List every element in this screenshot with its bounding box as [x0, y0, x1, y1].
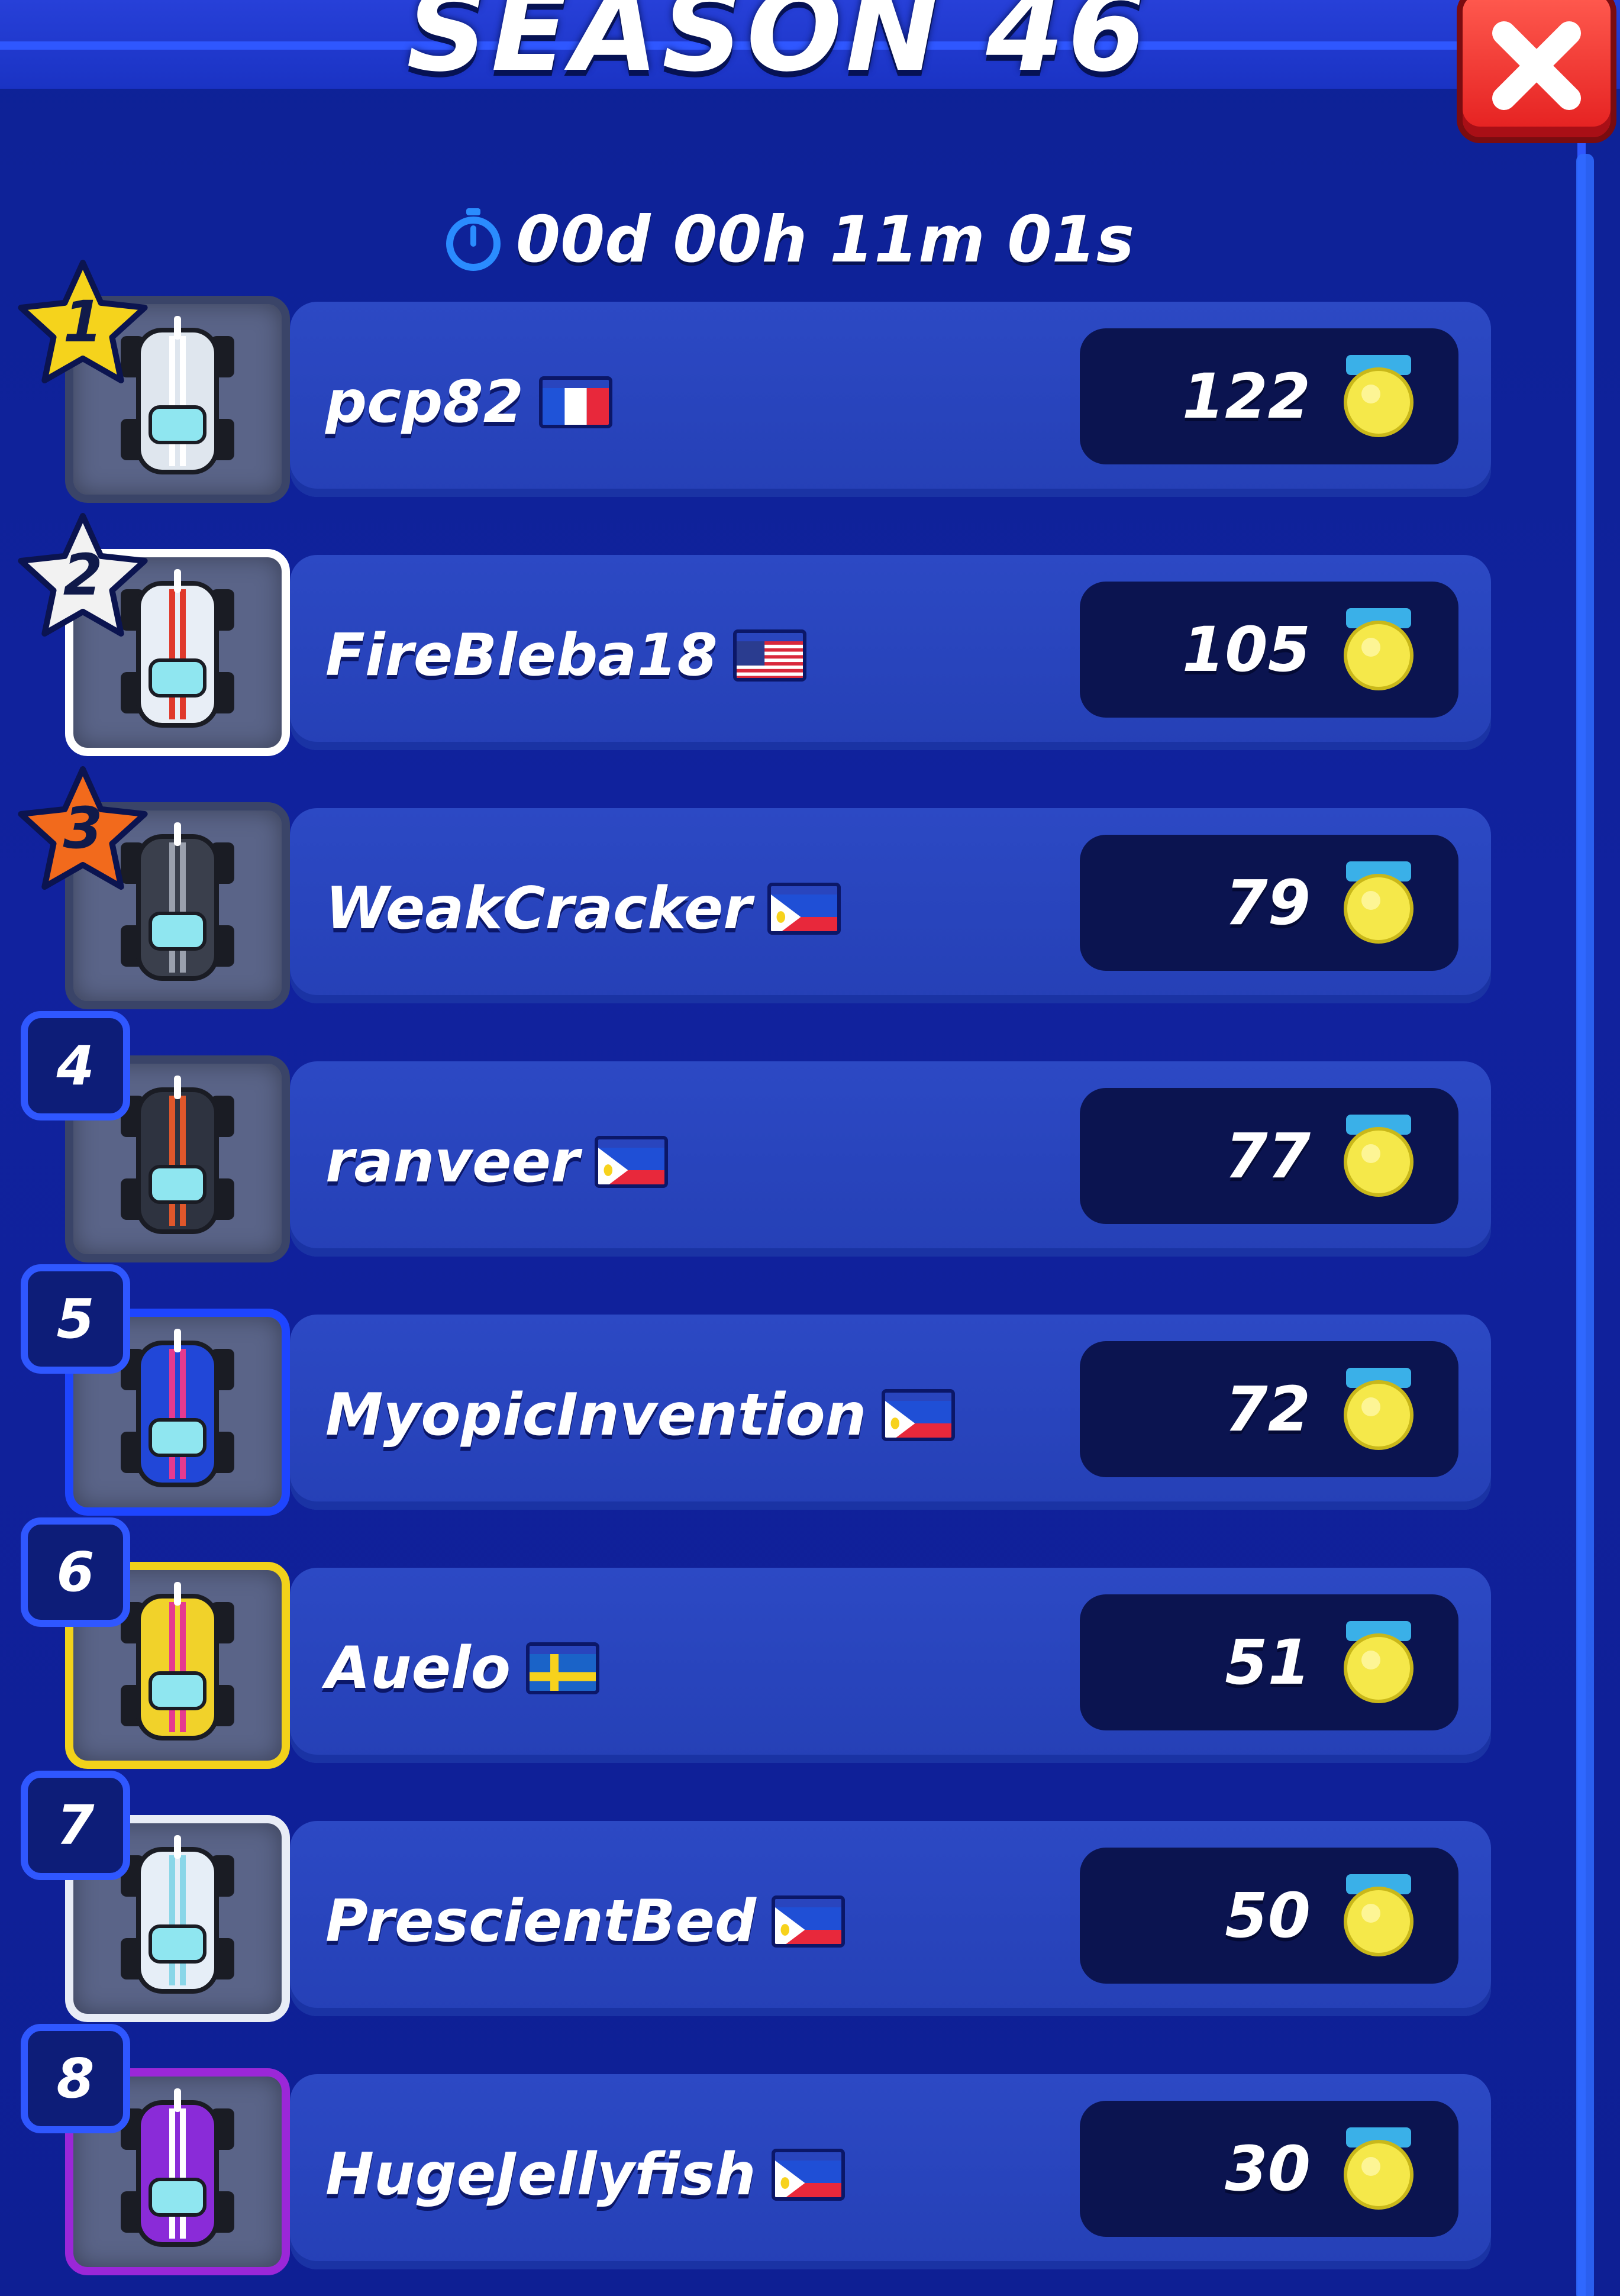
leaderboard-row[interactable]: 3 WeakCracker 79 — [18, 766, 1491, 1009]
score-box: 50 — [1080, 1848, 1458, 1984]
flag-icon — [538, 376, 612, 428]
rank-star-icon: 2 — [12, 508, 154, 650]
rank-badge: 4 — [21, 1011, 130, 1120]
player-entry: FireBleba18 — [325, 620, 806, 691]
flag-icon — [882, 1389, 956, 1441]
trophy-score: 105 — [1182, 613, 1311, 686]
rank-star-icon: 1 — [12, 254, 154, 396]
player-entry: WeakCracker — [325, 873, 841, 944]
player-name: pcp82 — [325, 369, 524, 436]
flag-icon — [767, 883, 841, 935]
flag-icon — [771, 2149, 845, 2201]
player-entry: MyopicInvention — [325, 1380, 956, 1451]
leaderboard-row[interactable]: 8 HugeJellyfish 30 — [21, 2024, 1491, 2275]
trophy-score: 79 — [1225, 867, 1311, 939]
leaderboard-row[interactable]: 4 ranveer 77 — [21, 1011, 1491, 1262]
player-name: Auelo — [325, 1635, 511, 1702]
flag-icon — [772, 1895, 846, 1948]
leaderboard-list: 1 pcp82 122 2 FireBleba18 105 3 WeakCrac… — [0, 0, 1620, 2296]
trophy-coin-icon — [1340, 1621, 1417, 1704]
trophy-coin-icon — [1340, 1874, 1417, 1957]
car-icon — [112, 1832, 243, 2006]
score-box: 51 — [1080, 1594, 1458, 1730]
rank-number: 3 — [63, 795, 103, 861]
player-name: MyopicInvention — [325, 1381, 867, 1449]
player-entry: HugeJellyfish — [325, 2139, 845, 2210]
trophy-coin-icon — [1340, 355, 1417, 438]
leaderboard-row[interactable]: 5 MyopicInvention 72 — [21, 1264, 1491, 1516]
car-icon — [112, 2085, 243, 2259]
car-icon — [112, 1072, 243, 1246]
score-box: 72 — [1080, 1341, 1458, 1477]
leaderboard-row[interactable]: 2 FireBleba18 105 — [18, 513, 1491, 756]
rank-number: 1 — [63, 289, 103, 355]
trophy-coin-icon — [1340, 1115, 1417, 1197]
trophy-score: 72 — [1225, 1373, 1311, 1445]
flag-icon — [732, 629, 806, 682]
player-name: PrescientBed — [325, 1888, 757, 1955]
leaderboard-row[interactable]: 6 Auelo 51 — [21, 1517, 1491, 1769]
score-box: 77 — [1080, 1088, 1458, 1224]
leaderboard-row[interactable]: 7 PrescientBed 50 — [21, 1771, 1491, 2022]
player-entry: ranveer — [325, 1126, 669, 1197]
trophy-score: 122 — [1182, 360, 1311, 432]
score-box: 105 — [1080, 582, 1458, 718]
player-name: HugeJellyfish — [325, 2141, 756, 2208]
flag-icon — [595, 1136, 669, 1188]
trophy-score: 51 — [1225, 1626, 1311, 1698]
trophy-coin-icon — [1340, 608, 1417, 691]
rank-badge: 7 — [21, 1771, 130, 1880]
trophy-coin-icon — [1340, 1368, 1417, 1451]
player-name: FireBleba18 — [325, 622, 718, 689]
rank-badge: 5 — [21, 1264, 130, 1374]
car-icon — [112, 1578, 243, 1752]
trophy-coin-icon — [1340, 2127, 1417, 2210]
rank-badge: 6 — [21, 1517, 130, 1627]
leaderboard-panel: SEASON 46 00d 00h 11m 01s 1 pcp82 122 2 … — [0, 0, 1620, 2296]
rank-badge: 8 — [21, 2024, 130, 2133]
score-box: 30 — [1080, 2101, 1458, 2237]
car-icon — [112, 1325, 243, 1499]
trophy-score: 77 — [1225, 1120, 1311, 1192]
rank-star-icon: 3 — [12, 761, 154, 903]
player-name: ranveer — [325, 1128, 580, 1196]
player-entry: Auelo — [325, 1633, 599, 1704]
score-box: 79 — [1080, 835, 1458, 971]
trophy-score: 30 — [1225, 2133, 1311, 2205]
rank-number: 2 — [63, 542, 103, 608]
flag-icon — [526, 1642, 599, 1694]
score-box: 122 — [1080, 328, 1458, 464]
player-entry: pcp82 — [325, 367, 612, 438]
leaderboard-row[interactable]: 1 pcp82 122 — [18, 260, 1491, 503]
trophy-coin-icon — [1340, 861, 1417, 944]
player-entry: PrescientBed — [325, 1886, 846, 1957]
player-name: WeakCracker — [325, 875, 752, 942]
trophy-score: 50 — [1225, 1880, 1311, 1952]
